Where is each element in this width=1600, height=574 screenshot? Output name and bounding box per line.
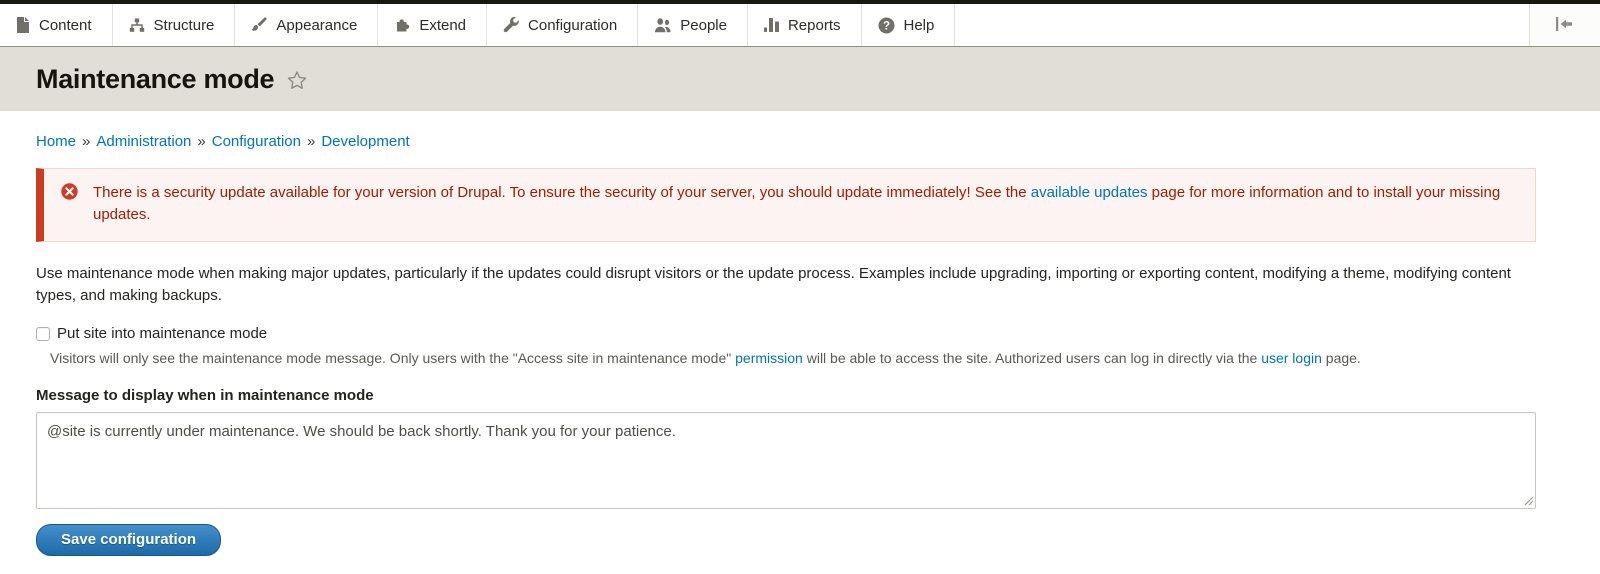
breadcrumb: Home » Administration » Configuration » Develo…	[36, 111, 1536, 150]
toolbar-item-label: Help	[904, 17, 935, 34]
toolbar-item-help[interactable]: ? Help	[862, 4, 956, 46]
sitemap-icon	[129, 18, 145, 33]
checkbox-description-text: Visitors will only see the maintenance m…	[50, 350, 735, 366]
maintenance-mode-checkbox-label[interactable]: Put site into maintenance mode	[57, 325, 267, 342]
svg-text:?: ?	[882, 20, 889, 32]
page-title: Maintenance mode	[36, 64, 274, 95]
toolbar-item-structure[interactable]: Structure	[113, 4, 236, 46]
people-icon	[654, 18, 671, 33]
checkbox-description-text: will be able to access the site. Authori…	[803, 350, 1261, 366]
error-message-text: There is a security update available for…	[93, 184, 1031, 201]
star-outline-icon	[286, 79, 308, 94]
puzzle-icon	[394, 17, 410, 33]
maintenance-mode-checkbox-row: Put site into maintenance mode	[36, 325, 1536, 342]
checkbox-description: Visitors will only see the maintenance m…	[50, 348, 1536, 368]
dock-left-icon	[1555, 17, 1575, 34]
toolbar-item-content[interactable]: Content	[0, 4, 113, 46]
toolbar-item-label: Appearance	[276, 17, 357, 34]
maintenance-mode-checkbox[interactable]	[36, 327, 50, 341]
paintbrush-icon	[251, 17, 267, 33]
toolbar-item-label: People	[680, 17, 727, 34]
breadcrumb-separator: »	[197, 133, 205, 150]
breadcrumb-separator: »	[307, 133, 315, 150]
breadcrumb-link-development[interactable]: Development	[321, 133, 409, 150]
intro-text: Use maintenance mode when making major u…	[36, 263, 1536, 307]
toolbar-orientation-toggle[interactable]	[1529, 4, 1600, 46]
breadcrumb-link-administration[interactable]: Administration	[96, 133, 191, 150]
toolbar-item-label: Content	[39, 17, 92, 34]
document-icon	[16, 17, 30, 33]
message-field-wrapper: @site is currently under maintenance. We…	[36, 412, 1536, 509]
user-login-link[interactable]: user login	[1261, 350, 1322, 366]
toolbar-item-extend[interactable]: Extend	[378, 4, 487, 46]
toolbar-item-people[interactable]: People	[638, 4, 748, 46]
permission-link[interactable]: permission	[735, 350, 803, 366]
toolbar-item-label: Extend	[419, 17, 466, 34]
error-circle-icon	[61, 183, 78, 207]
toolbar-item-reports[interactable]: Reports	[748, 4, 862, 46]
toolbar-item-appearance[interactable]: Appearance	[235, 4, 378, 46]
checkbox-description-text: page.	[1322, 350, 1361, 366]
toolbar-item-configuration[interactable]: Configuration	[487, 4, 638, 46]
page-header: Maintenance mode	[0, 47, 1600, 111]
favorite-star-button[interactable]	[286, 70, 308, 94]
breadcrumb-separator: »	[82, 133, 90, 150]
save-configuration-button[interactable]: Save configuration	[36, 524, 221, 556]
available-updates-link[interactable]: available updates	[1031, 184, 1148, 201]
message-field-label: Message to display when in maintenance m…	[36, 387, 1536, 404]
toolbar-item-label: Structure	[154, 17, 215, 34]
error-message: There is a security update available for…	[36, 168, 1536, 242]
help-icon: ?	[878, 17, 895, 34]
toolbar-item-label: Configuration	[528, 17, 617, 34]
maintenance-message-textarea[interactable]: @site is currently under maintenance. We…	[36, 412, 1536, 509]
breadcrumb-link-home[interactable]: Home	[36, 133, 76, 150]
textarea-resize-handle[interactable]	[1523, 495, 1534, 506]
wrench-icon	[503, 17, 519, 33]
main-content: Home » Administration » Configuration » Develo…	[0, 111, 1600, 556]
toolbar-item-label: Reports	[788, 17, 841, 34]
breadcrumb-link-configuration[interactable]: Configuration	[212, 133, 301, 150]
admin-toolbar-tray: Content Structure Appearance Extend Conf…	[0, 4, 1600, 47]
bar-chart-icon	[764, 18, 779, 32]
